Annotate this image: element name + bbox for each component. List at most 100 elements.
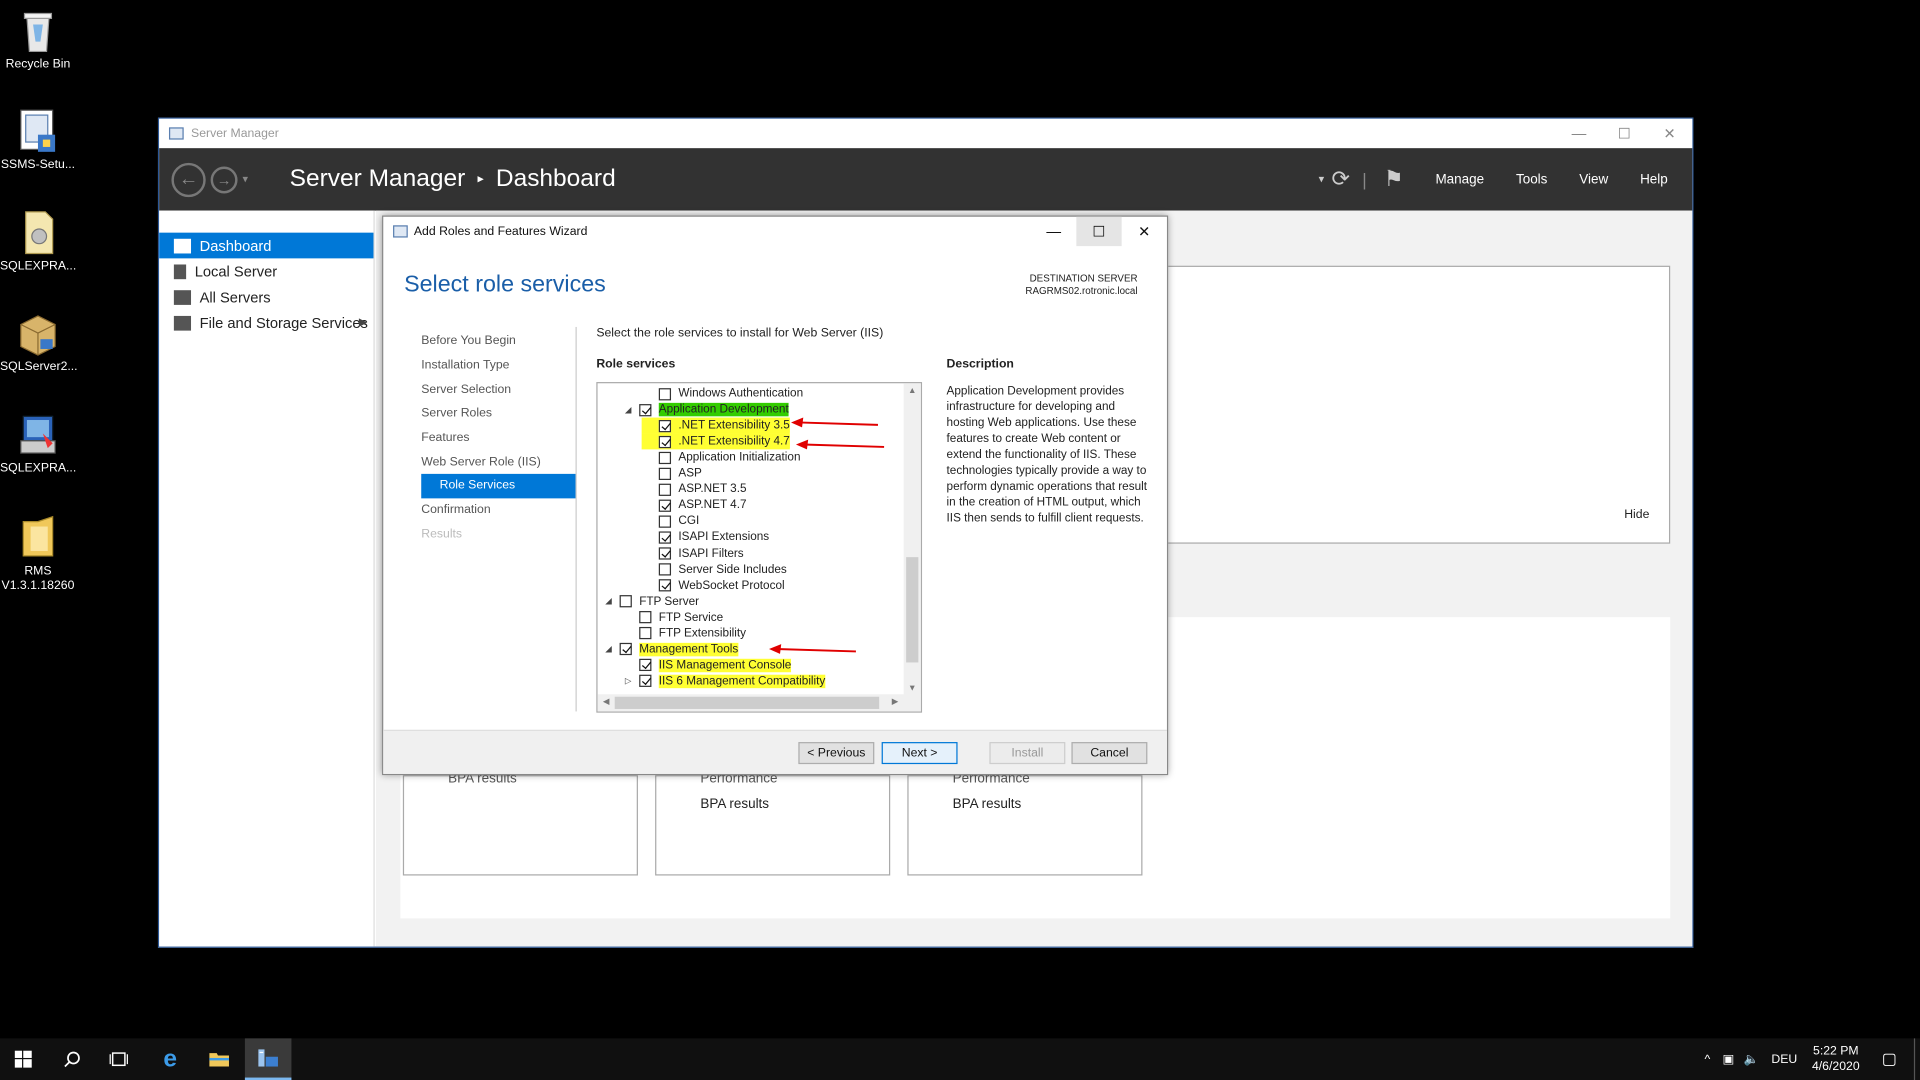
refresh-icon[interactable]: ⟳ [1332,167,1350,193]
expand-arrow-icon[interactable]: ◢ [602,644,614,655]
tree-item[interactable]: CGI [642,514,699,530]
tree-item[interactable]: Windows Authentication [642,386,803,402]
checkbox[interactable] [658,451,672,464]
wizard-step-web-server-role[interactable]: Web Server Role (IIS) [421,450,575,474]
tree-item[interactable]: IIS Management Console [622,657,792,673]
tree-item[interactable]: FTP Extensibility [622,625,746,641]
file-explorer-button[interactable] [196,1038,243,1080]
language-indicator[interactable]: DEU [1771,1052,1797,1065]
clock[interactable]: 5:22 PM 4/6/2020 [1812,1043,1860,1075]
tree-item[interactable]: ◢ Application Development [622,402,789,418]
expand-arrow-icon[interactable]: ◢ [602,597,614,607]
checkbox[interactable] [658,579,672,592]
wizard-step-confirmation[interactable]: Confirmation [421,498,575,522]
network-icon[interactable]: ▣ [1723,1052,1735,1065]
start-button[interactable] [0,1038,47,1080]
tree-item[interactable]: Server Side Includes [642,561,787,577]
checkbox[interactable] [619,643,632,656]
checkbox[interactable] [658,531,672,544]
search-button[interactable] [49,1038,96,1080]
tree-item[interactable]: ◢ Management Tools [602,641,739,657]
tile-bpa-1[interactable]: BPA results [402,771,638,876]
notifications-icon[interactable]: ▢ [1882,1049,1897,1069]
wizard-step-features[interactable]: Features [421,426,575,450]
checkbox[interactable] [658,387,672,400]
close-button[interactable]: ✕ [1122,217,1167,246]
checkbox[interactable] [658,515,672,528]
server-manager-titlebar[interactable]: Server Manager [159,118,1693,149]
tile-bpa-3[interactable]: Performance BPA results [907,771,1143,876]
checkbox[interactable] [639,659,652,672]
tree-item[interactable]: ▷ IIS 6 Management Compatibility [622,673,826,689]
minimize-button[interactable]: — [1031,217,1076,246]
tree-item[interactable]: ASP [642,466,702,482]
tree-item[interactable]: WebSocket Protocol [642,577,785,593]
cancel-button[interactable]: Cancel [1071,742,1148,765]
notifications-flag-icon[interactable]: ⚑ [1384,167,1404,193]
expand-arrow-icon[interactable]: ▷ [622,676,634,687]
desktop-icon-ssms-setup[interactable]: SSMS-Setu... [0,108,76,173]
expand-arrow-icon[interactable]: ◢ [622,405,634,415]
internet-explorer-icon[interactable]: e [147,1038,194,1080]
server-manager-taskbar-button[interactable] [244,1038,292,1080]
maximize-button[interactable]: ☐ [1602,119,1647,148]
forward-arrow-icon[interactable]: → [210,165,238,193]
breadcrumb-root[interactable]: Server Manager [290,165,466,193]
speaker-muted-icon[interactable]: 🔈 [1744,1052,1759,1065]
scroll-thumb[interactable] [906,557,919,663]
scroll-right-icon[interactable]: ▶ [887,694,904,711]
next-button[interactable]: Next > [881,742,958,765]
checkbox[interactable] [658,435,672,448]
scroll-up-icon[interactable]: ▲ [904,383,921,399]
show-desktop-button[interactable] [1913,1038,1916,1080]
checkbox[interactable] [658,467,672,480]
checkbox[interactable] [639,611,652,624]
checkbox[interactable] [658,499,672,512]
desktop-icon-sqlexpra-1[interactable]: SQLEXPRA... [0,209,76,274]
tree-item[interactable]: ◢ FTP Server [602,593,699,609]
checkbox[interactable] [658,483,672,496]
tree-horizontal-scrollbar[interactable]: ◀ ▶ [597,694,921,712]
tree-item[interactable]: FTP Service [622,609,723,625]
scroll-thumb[interactable] [614,696,880,709]
manage-menu[interactable]: Manage [1435,172,1484,187]
task-view-button[interactable] [96,1038,143,1080]
hide-link[interactable]: Hide [1624,508,1649,521]
desktop-icon-rms[interactable]: RMS V1.3.1.18260 [0,514,76,594]
wizard-step-server-roles[interactable]: Server Roles [421,402,575,426]
sidebar-item-file-storage[interactable]: File and Storage Services ▶ [159,310,373,336]
sidebar-item-dashboard[interactable]: Dashboard [159,232,374,259]
wizard-step-installation-type[interactable]: Installation Type [421,353,575,377]
checkbox[interactable] [658,547,672,560]
tree-item[interactable]: ASP.NET 3.5 [642,482,747,498]
wizard-step-role-services[interactable]: Role Services [421,474,576,499]
tree-item[interactable]: ASP.NET 4.7 [642,498,747,514]
desktop-icon-sqlexpra-2[interactable]: SQLEXPRA... [0,411,76,476]
add-roles-wizard[interactable]: Add Roles and Features Wizard — ☐ ✕ Sele… [382,215,1169,776]
show-hidden-icons-chevron-up-icon[interactable]: ^ [1705,1052,1711,1065]
view-menu[interactable]: View [1579,172,1608,187]
tile-bpa-2[interactable]: Performance BPA results [655,771,891,876]
sidebar-item-local-server[interactable]: Local Server [159,258,373,284]
role-services-tree[interactable]: Windows Authentication ◢ Application Devel… [596,382,923,713]
history-dropdown-icon[interactable]: ▾ [242,173,248,186]
checkbox[interactable] [639,675,652,688]
tree-vertical-scrollbar[interactable]: ▲ ▼ [903,383,921,697]
tree-item[interactable]: Application Initialization [642,450,800,466]
checkbox[interactable] [658,419,672,432]
checkbox[interactable] [639,403,652,416]
wizard-step-server-selection[interactable]: Server Selection [421,378,575,402]
sidebar-item-all-servers[interactable]: All Servers [159,284,373,310]
close-button[interactable]: ✕ [1647,119,1692,148]
scroll-left-icon[interactable]: ◀ [598,694,615,711]
checkbox[interactable] [658,563,672,576]
tree-item[interactable]: .NET Extensibility 4.7 [641,433,790,450]
previous-button[interactable]: < Previous [798,742,875,765]
tree-item[interactable]: ISAPI Extensions [642,530,769,546]
wizard-step-before-you-begin[interactable]: Before You Begin [421,329,575,353]
checkbox[interactable] [619,595,632,608]
minimize-button[interactable]: — [1556,119,1601,148]
tools-menu[interactable]: Tools [1516,172,1547,187]
help-menu[interactable]: Help [1640,172,1668,187]
desktop-icon-recycle-bin[interactable]: Recycle Bin [0,7,76,72]
